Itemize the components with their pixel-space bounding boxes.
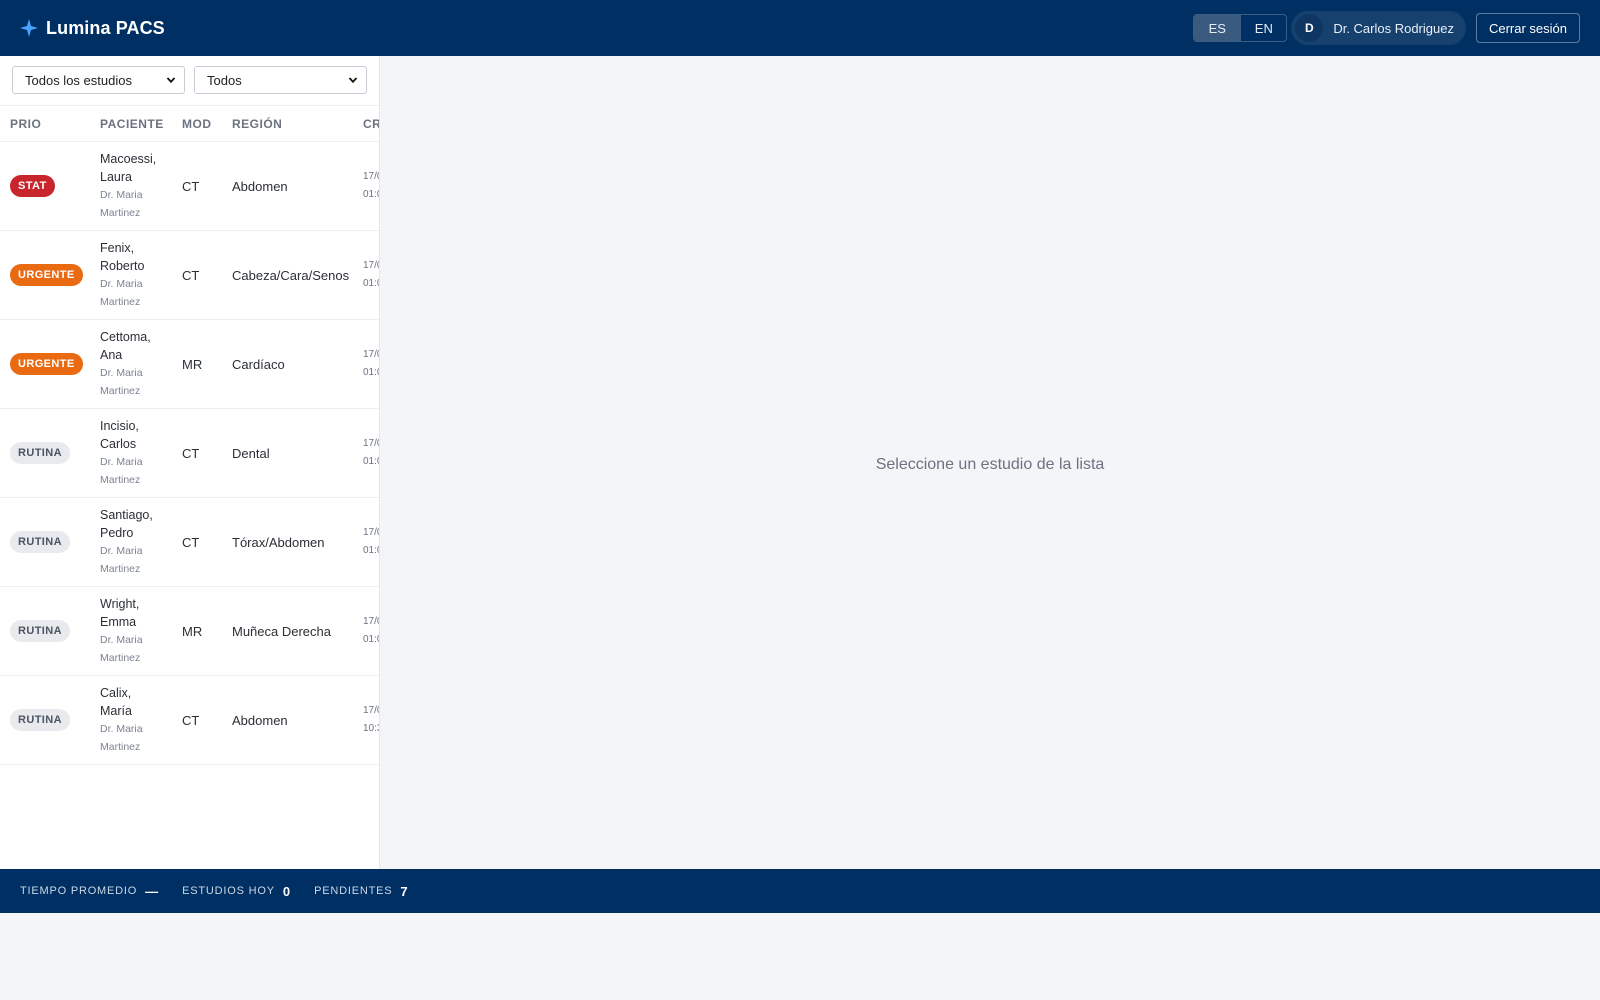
column-header-modality[interactable]: MOD <box>182 117 232 131</box>
modality: CT <box>182 267 200 283</box>
today-studies-label: ESTUDIOS HOY <box>182 885 275 897</box>
created-date: 17/001:0 <box>363 616 379 645</box>
patient-name: Calix, María <box>100 686 132 718</box>
avg-time-label: TIEMPO PROMEDIO <box>20 885 138 897</box>
user-name: Dr. Carlos Rodriguez <box>1333 20 1454 36</box>
study-filter-select[interactable]: Todos los estudios <box>12 66 185 94</box>
priority-badge: RUTINA <box>10 531 70 553</box>
app-title: Lumina PACS <box>46 17 165 38</box>
region: Abdomen <box>232 178 288 194</box>
avg-time-stat: TIEMPO PROMEDIO — <box>20 884 158 899</box>
logout-button[interactable]: Cerrar sesión <box>1475 13 1580 43</box>
status-filter-value: Todos <box>207 72 242 88</box>
region: Cabeza/Cara/Senos <box>232 267 350 283</box>
column-header-created[interactable]: CR <box>363 117 379 131</box>
brand[interactable]: Lumina PACS <box>20 18 165 39</box>
column-header-prio[interactable]: PRIO <box>0 117 100 131</box>
study-filter-value: Todos los estudios <box>25 72 132 88</box>
priority-badge: URGENTE <box>10 264 83 286</box>
patient-name: Santiago, Pedro <box>100 508 153 540</box>
region: Tórax/Abdomen <box>232 534 325 550</box>
status-filter-select[interactable]: Todos <box>194 66 367 94</box>
chevron-down-icon <box>348 77 358 84</box>
pending-value: 7 <box>400 883 408 899</box>
modality: CT <box>182 534 200 550</box>
column-header-region[interactable]: REGIÓN <box>232 117 363 131</box>
pending-label: PENDIENTES <box>314 885 393 897</box>
priority-badge: URGENTE <box>10 353 83 375</box>
study-list-panel: Todos los estudios Todos PRIO PACIENTE M… <box>0 56 380 869</box>
modality: MR <box>182 356 203 372</box>
patient-name: Incisio, Carlos <box>100 419 139 451</box>
referring-doctor: Dr. Maria Martinez <box>100 189 143 219</box>
filters: Todos los estudios Todos <box>0 56 379 106</box>
patient-name: Cettoma, Ana <box>100 330 151 362</box>
region: Cardíaco <box>232 356 285 372</box>
modality: CT <box>182 712 200 728</box>
referring-doctor: Dr. Maria Martinez <box>100 456 143 486</box>
table-row[interactable]: URGENTE Cettoma, Ana Dr. Maria Martinez MR… <box>0 320 379 409</box>
priority-badge: RUTINA <box>10 442 70 464</box>
today-studies-stat: ESTUDIOS HOY 0 <box>182 884 290 899</box>
modality: MR <box>182 623 203 639</box>
created-date: 17/001:0 <box>363 260 379 289</box>
user-menu[interactable]: D Dr. Carlos Rodriguez <box>1291 11 1466 45</box>
column-header-patient[interactable]: PACIENTE <box>100 117 182 131</box>
table-header: PRIO PACIENTE MOD REGIÓN CR <box>0 106 379 142</box>
avatar: D <box>1295 14 1324 42</box>
top-bar: Lumina PACS ES EN D Dr. Carlos Rodriguez… <box>0 0 1600 56</box>
created-date: 17/001:0 <box>363 438 379 467</box>
sparkle-icon <box>20 19 38 37</box>
priority-badge: STAT <box>10 175 55 197</box>
priority-badge: RUTINA <box>10 709 70 731</box>
created-date: 17/001:0 <box>363 171 379 200</box>
region: Muñeca Derecha <box>232 623 331 639</box>
table-row[interactable]: URGENTE Fenix, Roberto Dr. Maria Martinez … <box>0 231 379 320</box>
patient-name: Fenix, Roberto <box>100 241 145 273</box>
table-body: STAT Macoessi, Laura Dr. Maria Martinez CT… <box>0 142 379 765</box>
table-row[interactable]: RUTINA Incisio, Carlos Dr. Maria Martinez … <box>0 409 379 498</box>
patient-name: Macoessi, Laura <box>100 152 157 184</box>
empty-state-message: Seleccione un estudio de la lista <box>875 455 1105 473</box>
language-toggle: ES EN <box>1193 14 1288 42</box>
created-date: 17/010:3 <box>363 705 379 734</box>
avg-time-value: — <box>145 883 159 899</box>
created-date: 17/001:0 <box>363 349 379 378</box>
today-studies-value: 0 <box>282 883 291 899</box>
lang-es-button[interactable]: ES <box>1194 15 1241 41</box>
referring-doctor: Dr. Maria Martinez <box>100 545 143 575</box>
region: Dental <box>232 445 270 461</box>
referring-doctor: Dr. Maria Martinez <box>100 278 143 308</box>
created-date: 17/001:0 <box>363 527 379 556</box>
table-row[interactable]: RUTINA Santiago, Pedro Dr. Maria Martinez … <box>0 498 379 587</box>
priority-badge: RUTINA <box>10 620 70 642</box>
study-viewer-area: Seleccione un estudio de la lista <box>380 56 1600 869</box>
chevron-down-icon <box>166 77 176 84</box>
lang-en-button[interactable]: EN <box>1240 15 1286 41</box>
referring-doctor: Dr. Maria Martinez <box>100 634 143 664</box>
region: Abdomen <box>232 712 288 728</box>
modality: CT <box>182 178 200 194</box>
status-bar: TIEMPO PROMEDIO — ESTUDIOS HOY 0 PENDIEN… <box>0 869 1600 913</box>
table-row[interactable]: RUTINA Calix, María Dr. Maria Martinez CT … <box>0 676 379 765</box>
patient-name: Wright, Emma <box>100 597 140 629</box>
referring-doctor: Dr. Maria Martinez <box>100 723 143 753</box>
table-row[interactable]: RUTINA Wright, Emma Dr. Maria Martinez MR … <box>0 587 379 676</box>
pending-stat: PENDIENTES 7 <box>314 884 408 899</box>
referring-doctor: Dr. Maria Martinez <box>100 367 143 397</box>
modality: CT <box>182 445 200 461</box>
table-row[interactable]: STAT Macoessi, Laura Dr. Maria Martinez CT… <box>0 142 379 231</box>
